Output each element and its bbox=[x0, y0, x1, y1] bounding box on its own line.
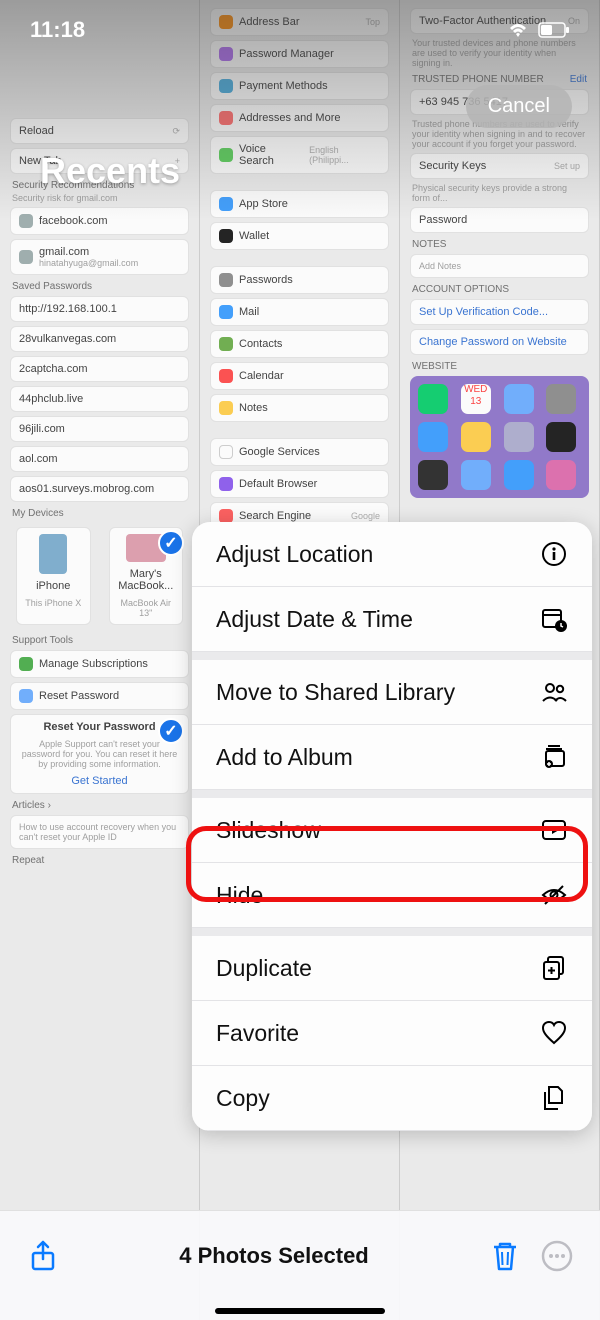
status-time: 11:18 bbox=[30, 17, 85, 43]
wifi-icon bbox=[506, 21, 530, 39]
cancel-button[interactable]: Cancel bbox=[466, 85, 572, 128]
status-bar: 11:18 bbox=[0, 0, 600, 60]
bg-row: How to use account recovery when you can… bbox=[10, 815, 189, 849]
bg-row: gmail.comhinatahyuga@gmail.com bbox=[10, 239, 189, 275]
sheet-item-adjust-date-time[interactable]: Adjust Date & Time bbox=[192, 587, 592, 652]
sheet-item-label: Adjust Location bbox=[216, 541, 373, 568]
sheet-item-label: Slideshow bbox=[216, 817, 321, 844]
info-icon bbox=[540, 540, 568, 568]
sheet-item-adjust-location[interactable]: Adjust Location bbox=[192, 522, 592, 587]
bg-row: Reset Password bbox=[10, 682, 189, 710]
home-indicator bbox=[215, 1308, 385, 1314]
bg-head: Support Tools bbox=[12, 635, 187, 646]
bottom-toolbar: 4 Photos Selected bbox=[0, 1210, 600, 1320]
eye-off-icon bbox=[540, 881, 568, 909]
play-rect-icon bbox=[540, 816, 568, 844]
sheet-item-add-to-album[interactable]: Add to Album bbox=[192, 725, 592, 790]
bg-col-1: Reload⟳ New Tab+ Security Recommendation… bbox=[0, 0, 200, 1320]
sheet-item-label: Favorite bbox=[216, 1020, 299, 1047]
share-button[interactable] bbox=[26, 1239, 60, 1273]
sheet-item-label: Move to Shared Library bbox=[216, 679, 455, 706]
bg-row: 96jili.com bbox=[10, 416, 189, 442]
sheet-item-favorite[interactable]: Favorite bbox=[192, 1001, 592, 1066]
sheet-item-slideshow[interactable]: Slideshow bbox=[192, 790, 592, 863]
bg-row: Reload⟳ bbox=[10, 118, 189, 144]
duplicate-icon bbox=[540, 954, 568, 982]
homescreen-thumbnail: WED13 bbox=[410, 376, 589, 498]
label: Reload bbox=[19, 125, 54, 137]
sheet-item-duplicate[interactable]: Duplicate bbox=[192, 928, 592, 1001]
label: facebook.com bbox=[39, 215, 107, 227]
sub: hinatahyuga@gmail.com bbox=[39, 258, 138, 268]
bg-head: Articles › bbox=[12, 800, 187, 811]
sheet-item-label: Copy bbox=[216, 1085, 270, 1112]
bg-row: aos01.surveys.mobrog.com bbox=[10, 476, 189, 502]
people-icon bbox=[540, 678, 568, 706]
calendar-clock-icon bbox=[540, 605, 568, 633]
trash-button[interactable] bbox=[488, 1239, 522, 1273]
more-button[interactable] bbox=[540, 1239, 574, 1273]
action-sheet: Adjust Location Adjust Date & Time Move … bbox=[192, 522, 592, 1131]
bg-row: 28vulkanvegas.com bbox=[10, 326, 189, 352]
selection-check-icon: ✓ bbox=[158, 718, 184, 744]
page-title: Recents bbox=[40, 150, 180, 192]
bg-row: Manage Subscriptions bbox=[10, 650, 189, 678]
copy-docs-icon bbox=[540, 1084, 568, 1112]
sheet-item-hide[interactable]: Hide bbox=[192, 863, 592, 928]
sheet-item-copy[interactable]: Copy bbox=[192, 1066, 592, 1131]
bg-head: Saved Passwords bbox=[12, 281, 187, 292]
bg-head: Repeat bbox=[12, 855, 187, 866]
bg-row: 2captcha.com bbox=[10, 356, 189, 382]
sheet-item-label: Duplicate bbox=[216, 955, 312, 982]
battery-icon bbox=[538, 22, 570, 38]
sheet-item-label: Add to Album bbox=[216, 744, 353, 771]
sheet-item-label: Hide bbox=[216, 882, 263, 909]
selection-count-label: 4 Photos Selected bbox=[179, 1243, 369, 1269]
sheet-item-move-shared-library[interactable]: Move to Shared Library bbox=[192, 652, 592, 725]
bg-head: My Devices bbox=[12, 508, 187, 519]
bg-sub: Security risk for gmail.com bbox=[12, 193, 187, 203]
bg-row: aol.com bbox=[10, 446, 189, 472]
bg-row: http://192.168.100.1 bbox=[10, 296, 189, 322]
album-add-icon bbox=[540, 743, 568, 771]
sheet-item-label: Adjust Date & Time bbox=[216, 606, 413, 633]
bg-row: 44phclub.live bbox=[10, 386, 189, 412]
selection-check-icon: ✓ bbox=[158, 530, 184, 556]
bg-row: facebook.com bbox=[10, 207, 189, 235]
label: gmail.com bbox=[39, 246, 89, 258]
heart-icon bbox=[540, 1019, 568, 1047]
